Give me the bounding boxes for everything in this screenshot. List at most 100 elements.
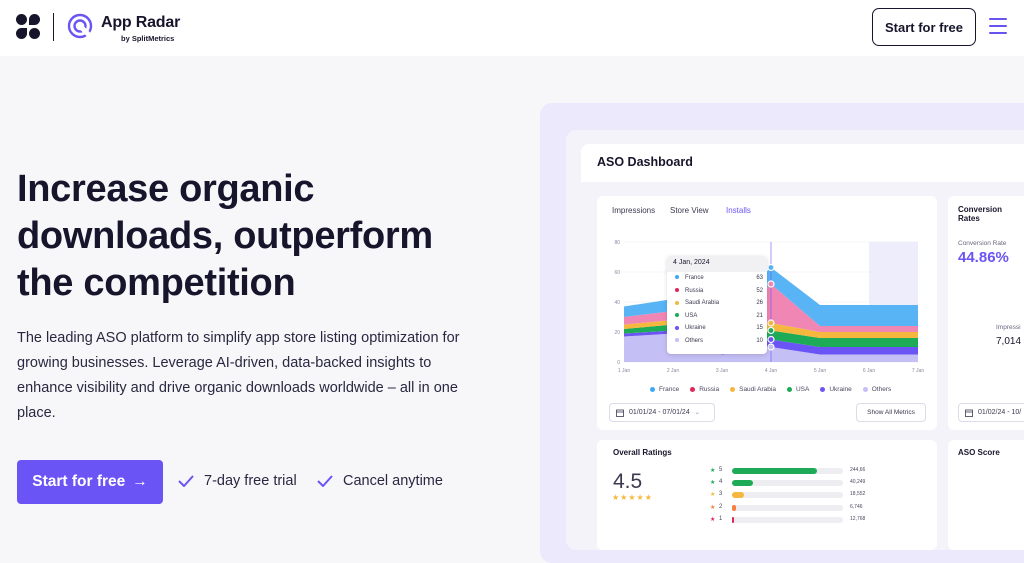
rating-count: 12,768 — [850, 515, 866, 522]
perk-label: 7-day free trial — [204, 473, 297, 489]
star-icon: ★ — [710, 516, 716, 523]
hover-point — [767, 263, 775, 272]
rating-bar-fill — [732, 480, 754, 487]
series-dot-icon — [675, 275, 679, 280]
star-level: 3 — [719, 491, 723, 498]
series-dot-icon — [675, 338, 679, 343]
impressions-value: 7,014 — [996, 336, 1022, 347]
star-level: 1 — [719, 515, 723, 522]
rating-count: 244,66 — [850, 467, 866, 473]
series-dot-icon — [675, 288, 679, 293]
tab-installs[interactable]: Installs — [726, 206, 751, 215]
tab-store-view[interactable]: Store View — [670, 206, 709, 215]
hero-description: The leading ASO platform to simplify app… — [17, 330, 460, 421]
hover-point — [767, 343, 775, 351]
series-dot-icon — [675, 313, 679, 318]
star-icon: ★ — [710, 492, 716, 499]
tooltip-row: USA 21 — [675, 313, 763, 319]
x-tick-label: 3 Jan — [716, 368, 728, 374]
tooltip-date: 4 Jan, 2024 — [667, 256, 767, 272]
series-dot-icon — [675, 300, 679, 305]
x-tick-label: 1 Jan — [618, 368, 630, 374]
rating-bar-track — [732, 492, 843, 499]
rating-bar-track — [732, 468, 843, 474]
rating-row: ★ 2 6,746 — [710, 503, 870, 513]
app-radar-logo-icon[interactable] — [67, 13, 93, 39]
perk-label: Cancel anytime — [343, 473, 443, 489]
conversion-date-value: 01/02/24 - 10/ — [978, 409, 1022, 416]
aso-score-title: ASO Score — [958, 448, 1000, 457]
tooltip-row: Russia 52 — [675, 288, 763, 294]
rating-stars-icon: ★★★★★ — [612, 493, 653, 502]
y-tick-label: 20 — [614, 330, 620, 336]
rating-count: 40,249 — [850, 479, 866, 486]
impressions-label: Impressi — [996, 324, 1021, 331]
check-icon — [178, 475, 194, 487]
rating-count: 18,552 — [850, 491, 866, 498]
chart-tooltip: 4 Jan, 2024 France 63 Russia 52 Saudi Arabia… — [667, 256, 767, 354]
tooltip-row: France 63 — [675, 275, 763, 281]
hero-title: Increase organic downloads, outperform t… — [17, 168, 433, 304]
series-dot-icon — [675, 325, 679, 330]
conversion-date-picker[interactable]: 01/02/24 - 10/ — [958, 403, 1024, 422]
hamburger-menu-icon[interactable] — [989, 18, 1007, 34]
chevron-down-icon: ⌄ — [694, 410, 700, 416]
star-level: 5 — [719, 467, 723, 473]
rating-row: ★ 4 40,249 — [710, 478, 870, 488]
rating-score: 4.5 — [613, 470, 643, 493]
date-range-value: 01/01/24 - 07/01/24 — [629, 409, 690, 416]
hover-point — [767, 335, 775, 344]
overall-ratings-title: Overall Ratings — [613, 448, 672, 457]
x-tick-label: 7 Jan — [912, 368, 924, 374]
y-tick-label: 0 — [617, 360, 620, 366]
rating-bar-fill — [732, 492, 745, 499]
chart-legend: France Russia Saudi Arabia USA Ukraine Others — [650, 386, 891, 393]
x-tick-label: 4 Jan — [765, 368, 777, 374]
rating-count: 6,746 — [850, 503, 863, 510]
legend-item[interactable]: France — [650, 386, 679, 393]
x-tick-label: 6 Jan — [863, 368, 875, 374]
hover-point — [767, 280, 775, 288]
x-tick-label: 5 Jan — [814, 368, 826, 374]
legend-item[interactable]: USA — [786, 386, 809, 393]
conversion-rates-title: Conversion Rates — [958, 205, 1003, 223]
x-tick-label: 2 Jan — [667, 368, 679, 374]
calendar-icon — [965, 409, 973, 417]
logo-divider — [53, 13, 54, 41]
brand-name[interactable]: App Radar — [101, 14, 180, 32]
tab-impressions[interactable]: Impressions — [612, 206, 655, 215]
legend-item[interactable]: Saudi Arabia — [730, 386, 776, 393]
header-start-free-button[interactable]: Start for free — [872, 8, 976, 46]
date-range-picker[interactable]: 01/01/24 - 07/01/24 ⌄ — [609, 403, 715, 422]
legend-item[interactable]: Ukraine — [820, 386, 852, 393]
brand-subtitle: by SplitMetrics — [121, 34, 175, 43]
rating-bar-fill — [732, 516, 735, 523]
tooltip-row: Saudi Arabia 26 — [675, 300, 763, 306]
star-level: 4 — [719, 479, 723, 486]
y-tick-label: 60 — [614, 270, 620, 276]
star-level: 2 — [719, 503, 723, 510]
hero-start-free-button[interactable]: Start for free → — [17, 460, 163, 504]
y-tick-label: 40 — [614, 300, 620, 306]
legend-item[interactable]: Russia — [690, 386, 719, 393]
rating-bar-track — [732, 516, 843, 523]
rating-row: ★ 1 12,768 — [710, 515, 870, 525]
perk-free-trial: 7-day free trial — [178, 473, 297, 489]
tooltip-row: Others 10 — [675, 338, 763, 344]
star-icon: ★ — [710, 468, 716, 474]
dashboard-title: ASO Dashboard — [597, 155, 693, 169]
site-header: App Radar by SplitMetrics Start for free — [0, 0, 1024, 56]
installs-area-chart: 0 20 40 60 80 1 Jan 2 Jan 3 Jan 4 Jan 5 Jan 6 Jan 7… — [614, 240, 924, 374]
show-all-metrics-button[interactable]: Show All Metrics — [856, 403, 926, 422]
rating-bar-fill — [732, 468, 818, 474]
star-icon: ★ — [710, 504, 716, 511]
arrow-right-icon: → — [132, 473, 148, 490]
check-icon — [317, 475, 333, 487]
hover-point — [767, 319, 775, 327]
splitmetrics-logo-icon[interactable] — [16, 14, 40, 42]
tooltip-row: Ukraine 15 — [675, 325, 763, 331]
conversion-rate-label: Conversion Rate — [958, 240, 1007, 247]
conversion-rates-card — [948, 196, 1024, 430]
legend-item[interactable]: Others — [862, 386, 891, 393]
hover-point — [767, 326, 775, 335]
